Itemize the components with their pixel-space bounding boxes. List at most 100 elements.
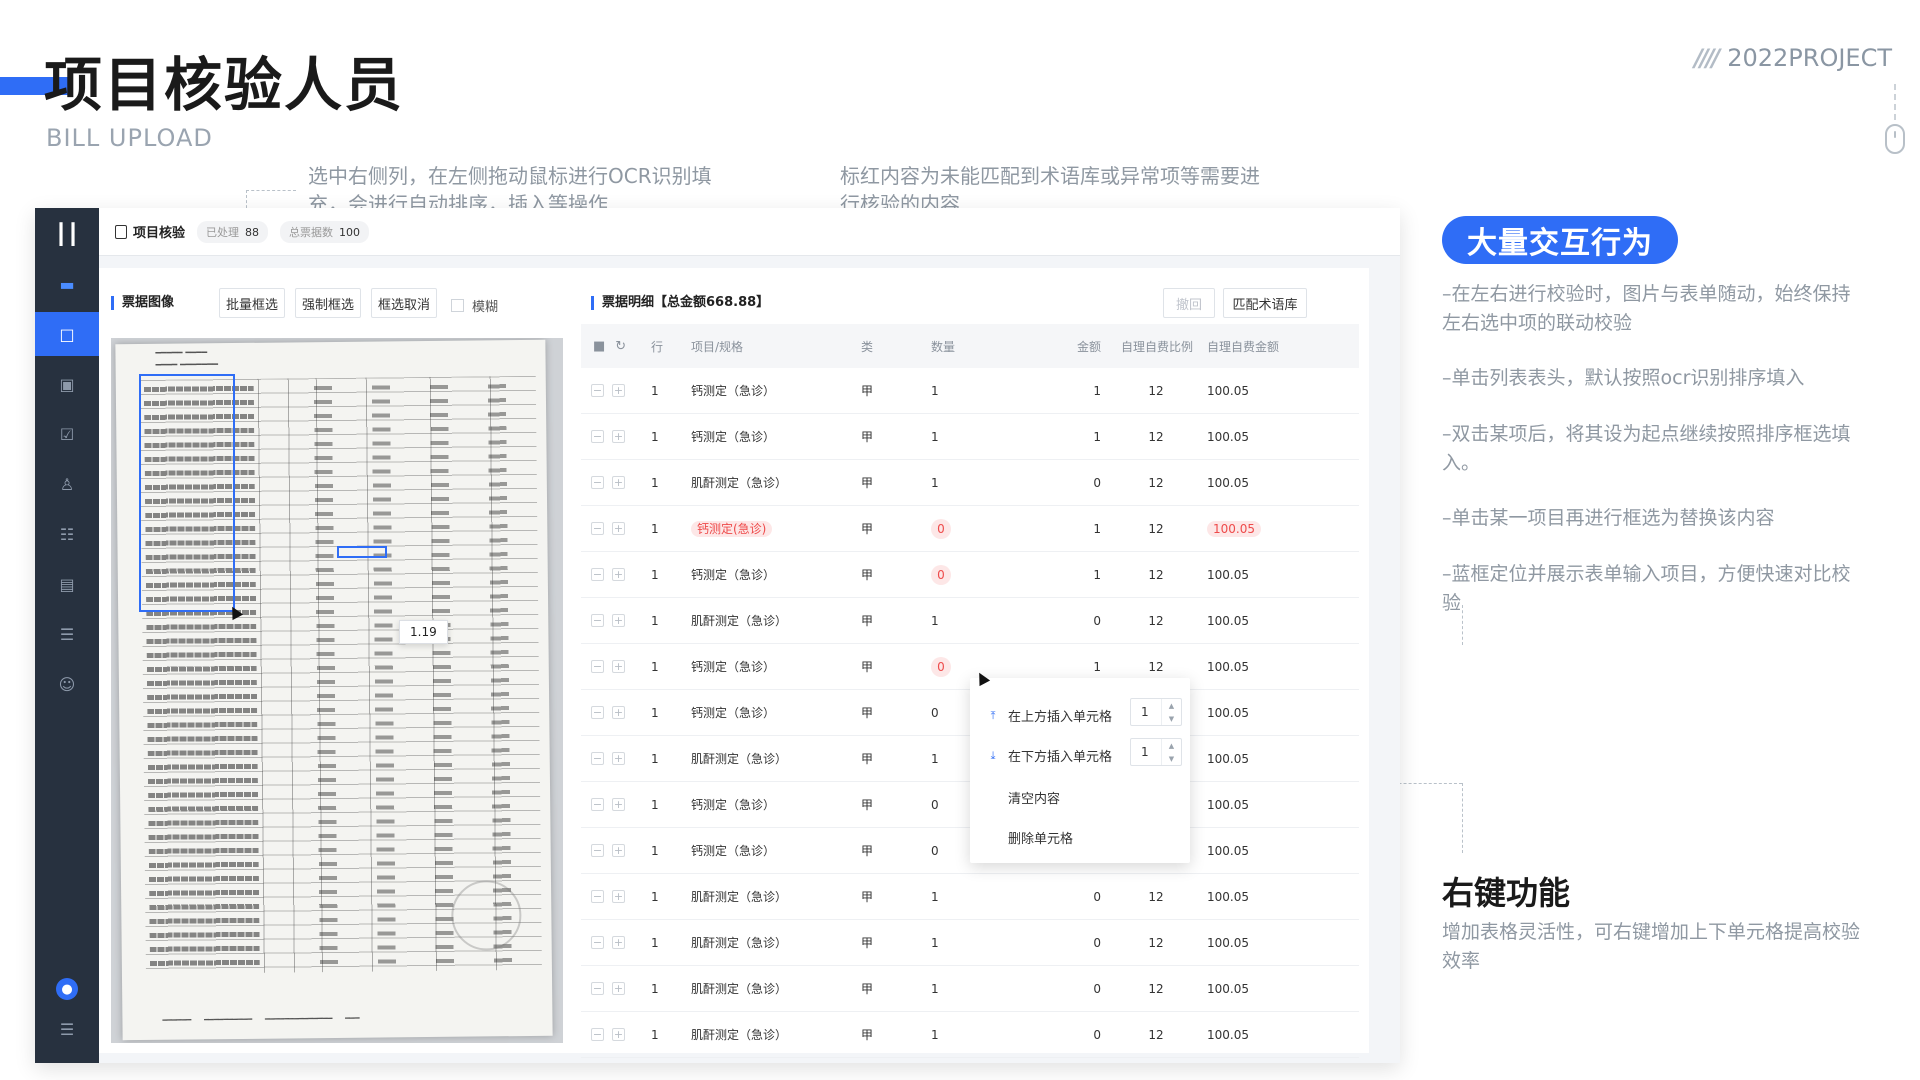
undo-button[interactable]: 撤回: [1163, 288, 1215, 318]
cell-ratio[interactable]: 12: [1121, 522, 1191, 536]
cell-quantity[interactable]: 1: [931, 384, 1051, 398]
cell-class[interactable]: 甲: [861, 980, 931, 997]
cell-amount[interactable]: 0: [1051, 476, 1121, 490]
cell-class[interactable]: 甲: [861, 796, 931, 813]
table-row[interactable]: − +1 肌酐测定（急诊）甲 1 0 12 100.05: [581, 460, 1359, 506]
cell-quantity[interactable]: 1: [931, 982, 1051, 996]
cell-item[interactable]: 肌酐测定（急诊）: [691, 980, 861, 997]
menu-icon[interactable]: ☰: [35, 1020, 99, 1039]
cell-ratio[interactable]: 12: [1121, 1028, 1191, 1042]
cell-ratio[interactable]: 12: [1121, 476, 1191, 490]
cell-amount[interactable]: 1: [1051, 522, 1121, 536]
add-row-icon[interactable]: +: [612, 430, 625, 443]
stamp-icon[interactable]: ♙: [35, 462, 99, 506]
cell-class[interactable]: 甲: [861, 428, 931, 445]
add-row-icon[interactable]: +: [612, 890, 625, 903]
insert-above-item[interactable]: ⤒ 在上方插入单元格: [986, 706, 1112, 726]
header-item[interactable]: 项目/规格: [691, 338, 861, 355]
checkbox-box[interactable]: [451, 299, 464, 312]
cell-item[interactable]: 肌酐测定（急诊）: [691, 612, 861, 629]
remove-row-icon[interactable]: −: [591, 614, 604, 627]
header-quantity[interactable]: 数量: [931, 338, 1051, 355]
archive-icon[interactable]: ▣: [35, 362, 99, 406]
cell-self-pay[interactable]: 100.05: [1191, 982, 1291, 996]
cell-quantity[interactable]: 1: [931, 430, 1051, 444]
cell-self-pay[interactable]: 100.05: [1191, 476, 1291, 490]
cell-class[interactable]: 甲: [861, 750, 931, 767]
cell-self-pay[interactable]: 100.05: [1191, 1028, 1291, 1042]
cell-amount[interactable]: 1: [1051, 568, 1121, 582]
remove-row-icon[interactable]: −: [591, 430, 604, 443]
bill-image[interactable]: ━━━━━ ━━━━ ━━━━ ━━━━━━━ ━━━━━━ ━━━━━━━━━━…: [111, 338, 563, 1043]
checklist-icon[interactable]: ☑: [35, 412, 99, 456]
add-row-icon[interactable]: +: [612, 1028, 625, 1041]
cell-self-pay[interactable]: 100.05: [1191, 936, 1291, 950]
insert-below-item[interactable]: ⤓ 在下方插入单元格: [986, 746, 1112, 766]
cell-class[interactable]: 甲: [861, 934, 931, 951]
cell-ratio[interactable]: 12: [1121, 430, 1191, 444]
report-icon[interactable]: ☷: [35, 512, 99, 556]
table-row[interactable]: − +1 肌酐测定（急诊）甲 1 0 12 100.05: [581, 1012, 1359, 1058]
cell-item[interactable]: 肌酐测定（急诊）: [691, 750, 861, 767]
add-row-icon[interactable]: +: [612, 706, 625, 719]
cell-row[interactable]: 1: [651, 476, 691, 490]
remove-row-icon[interactable]: −: [591, 706, 604, 719]
add-row-icon[interactable]: +: [612, 660, 625, 673]
cell-class[interactable]: 甲: [861, 842, 931, 859]
trash-icon[interactable]: ■: [593, 339, 605, 354]
remove-row-icon[interactable]: −: [591, 752, 604, 765]
cell-amount[interactable]: 0: [1051, 614, 1121, 628]
cell-item[interactable]: 肌酐测定（急诊）: [691, 474, 861, 491]
cell-amount[interactable]: 1: [1051, 430, 1121, 444]
cell-quantity[interactable]: 1: [931, 936, 1051, 950]
cell-quantity[interactable]: 0: [931, 518, 1051, 539]
cell-quantity[interactable]: 1: [931, 614, 1051, 628]
force-select-button[interactable]: 强制框选: [295, 288, 361, 318]
cell-quantity[interactable]: 1: [931, 1028, 1051, 1042]
header-amount[interactable]: 金额: [1051, 338, 1121, 355]
document-icon[interactable]: □: [35, 312, 99, 356]
cell-row[interactable]: 1: [651, 890, 691, 904]
table-row[interactable]: − +1 钙测定（急诊）甲 1 1 12 100.05: [581, 414, 1359, 460]
refresh-icon[interactable]: ↻: [615, 339, 626, 354]
stepper-arrows-icon[interactable]: ▲ ▼: [1161, 739, 1181, 765]
cell-row[interactable]: 1: [651, 430, 691, 444]
cell-class[interactable]: 甲: [861, 520, 931, 537]
cell-ratio[interactable]: 12: [1121, 568, 1191, 582]
cell-ratio[interactable]: 12: [1121, 936, 1191, 950]
cell-class[interactable]: 甲: [861, 474, 931, 491]
table-row[interactable]: − +1 肌酐测定（急诊）甲 1 0 12 100.05: [581, 966, 1359, 1012]
cell-self-pay[interactable]: 100.05: [1191, 568, 1291, 582]
cell-ratio[interactable]: 12: [1121, 982, 1191, 996]
cell-row[interactable]: 1: [651, 844, 691, 858]
cell-self-pay[interactable]: 100.05: [1191, 614, 1291, 628]
ocr-selection-box[interactable]: [139, 374, 235, 612]
cell-self-pay[interactable]: 100.05: [1191, 798, 1291, 812]
cell-self-pay[interactable]: 100.05: [1191, 430, 1291, 444]
cell-item[interactable]: 钙测定（急诊）: [691, 796, 861, 813]
remove-row-icon[interactable]: −: [591, 660, 604, 673]
cell-self-pay[interactable]: 100.05: [1191, 752, 1291, 766]
cell-item[interactable]: 肌酐测定（急诊）: [691, 934, 861, 951]
cell-item[interactable]: 肌酐测定（急诊）: [691, 1026, 861, 1043]
cancel-select-button[interactable]: 框选取消: [371, 288, 437, 318]
insert-below-stepper[interactable]: 1 ▲ ▼: [1130, 738, 1182, 766]
cell-self-pay[interactable]: 100.05: [1191, 384, 1291, 398]
cell-self-pay[interactable]: 100.05: [1191, 890, 1291, 904]
header-self-pay[interactable]: 自理自费金额: [1191, 338, 1291, 355]
batch-select-button[interactable]: 批量框选: [219, 288, 285, 318]
cell-item[interactable]: 肌酐测定（急诊）: [691, 888, 861, 905]
cell-item[interactable]: 钙测定（急诊）: [691, 382, 861, 399]
table-row[interactable]: − +1 钙测定（急诊）甲 0 1 12 100.05: [581, 552, 1359, 598]
cell-row[interactable]: 1: [651, 798, 691, 812]
cell-row[interactable]: 1: [651, 568, 691, 582]
cell-item[interactable]: 钙测定（急诊）: [691, 704, 861, 721]
cell-item[interactable]: 钙测定（急诊）: [691, 842, 861, 859]
cell-row[interactable]: 1: [651, 1028, 691, 1042]
insert-above-stepper[interactable]: 1 ▲ ▼: [1130, 698, 1182, 726]
cell-row[interactable]: 1: [651, 982, 691, 996]
cell-quantity[interactable]: 1: [931, 476, 1051, 490]
remove-row-icon[interactable]: −: [591, 476, 604, 489]
cell-self-pay[interactable]: 100.05: [1191, 844, 1291, 858]
cell-amount[interactable]: 0: [1051, 890, 1121, 904]
